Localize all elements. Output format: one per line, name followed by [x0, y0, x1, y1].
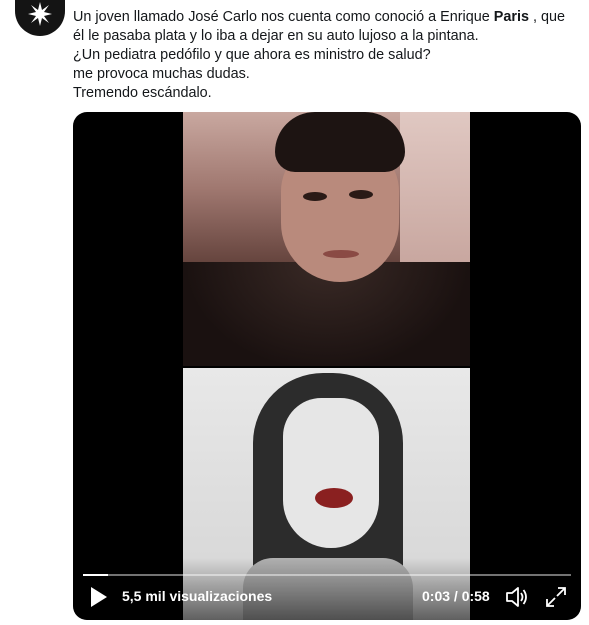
video-frame-top-participant: [183, 112, 470, 366]
tweet-line: él le pasaba plata y lo iba a dejar en s…: [73, 28, 479, 44]
volume-button[interactable]: [505, 586, 529, 608]
progress-fill: [83, 574, 109, 576]
progress-bar[interactable]: [83, 574, 571, 576]
tweet-text: Un joven llamado José Carlo nos cuenta c…: [73, 8, 583, 103]
fullscreen-icon: [546, 587, 566, 607]
video-player[interactable]: 5,5 mil visualizaciones 0:03 / 0:58: [73, 112, 581, 620]
play-button[interactable]: [89, 586, 109, 608]
starburst-icon: [28, 2, 52, 26]
play-icon: [91, 587, 107, 607]
fullscreen-button[interactable]: [545, 586, 567, 608]
tweet-line: Tremendo escándalo.: [73, 85, 212, 101]
author-header-clipped: [72, 0, 492, 4]
tweet-line: Un joven llamado José Carlo nos cuenta c…: [73, 9, 565, 25]
hashtag-link[interactable]: Paris: [494, 9, 529, 25]
tweet-line: me provoca muchas dudas.: [73, 66, 250, 82]
avatar[interactable]: [15, 0, 65, 36]
video-controls: 5,5 mil visualizaciones 0:03 / 0:58: [73, 558, 581, 620]
time-display: 0:03 / 0:58: [422, 588, 490, 604]
tweet-line: ¿Un pediatra pedófilo y que ahora es min…: [73, 47, 431, 63]
volume-icon: [506, 587, 527, 607]
view-count: 5,5 mil visualizaciones: [122, 588, 273, 604]
